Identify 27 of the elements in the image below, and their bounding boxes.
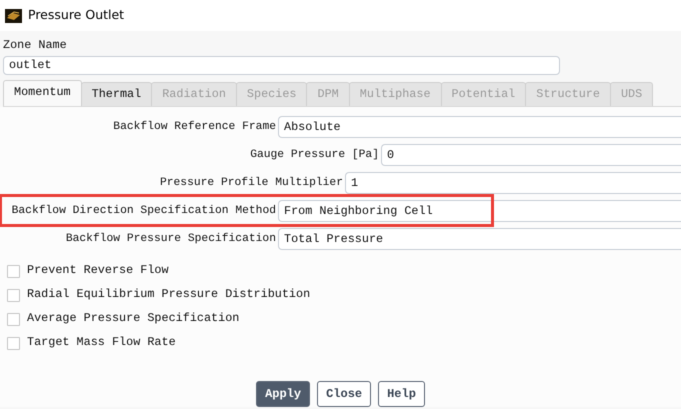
tab[interactable]: Momentum: [3, 80, 82, 106]
dialog-button[interactable]: Help: [378, 381, 425, 407]
dropdown-field[interactable]: Total Pressure: [278, 228, 681, 250]
app-icon: [5, 8, 22, 22]
zone-name-field[interactable]: outlet: [3, 56, 560, 75]
field-label: Backflow Direction Specification Method: [10, 204, 277, 219]
dropdown-field[interactable]: From Neighboring Cell: [278, 200, 681, 222]
checkbox[interactable]: [7, 264, 20, 278]
checkbox-label: Radial Equilibrium Pressure Distribution: [27, 286, 310, 304]
checkbox[interactable]: [7, 336, 20, 350]
checkbox-label: Prevent Reverse Flow: [27, 262, 169, 280]
window-title: Pressure Outlet: [28, 6, 124, 24]
checkbox-label: Target Mass Flow Rate: [27, 334, 176, 352]
dialog-button[interactable]: Apply: [256, 381, 310, 407]
zone-name-label: Zone Name: [2, 37, 67, 53]
field-label: Backflow Pressure Specification: [64, 232, 277, 247]
dropdown-field[interactable]: 1: [345, 172, 681, 194]
field-label: Gauge Pressure [Pa]: [249, 148, 380, 163]
dropdown-field[interactable]: Absolute: [278, 116, 681, 138]
dropdown-field[interactable]: 0: [381, 144, 681, 166]
field-label: Pressure Profile Multiplier: [158, 176, 344, 191]
checkbox[interactable]: [7, 312, 20, 326]
dialog-button[interactable]: Close: [317, 381, 372, 407]
checkbox[interactable]: [7, 288, 20, 302]
tab[interactable]: Thermal: [80, 82, 152, 106]
field-label: Backflow Reference Frame: [112, 120, 277, 135]
checkbox-label: Average Pressure Specification: [27, 310, 240, 328]
